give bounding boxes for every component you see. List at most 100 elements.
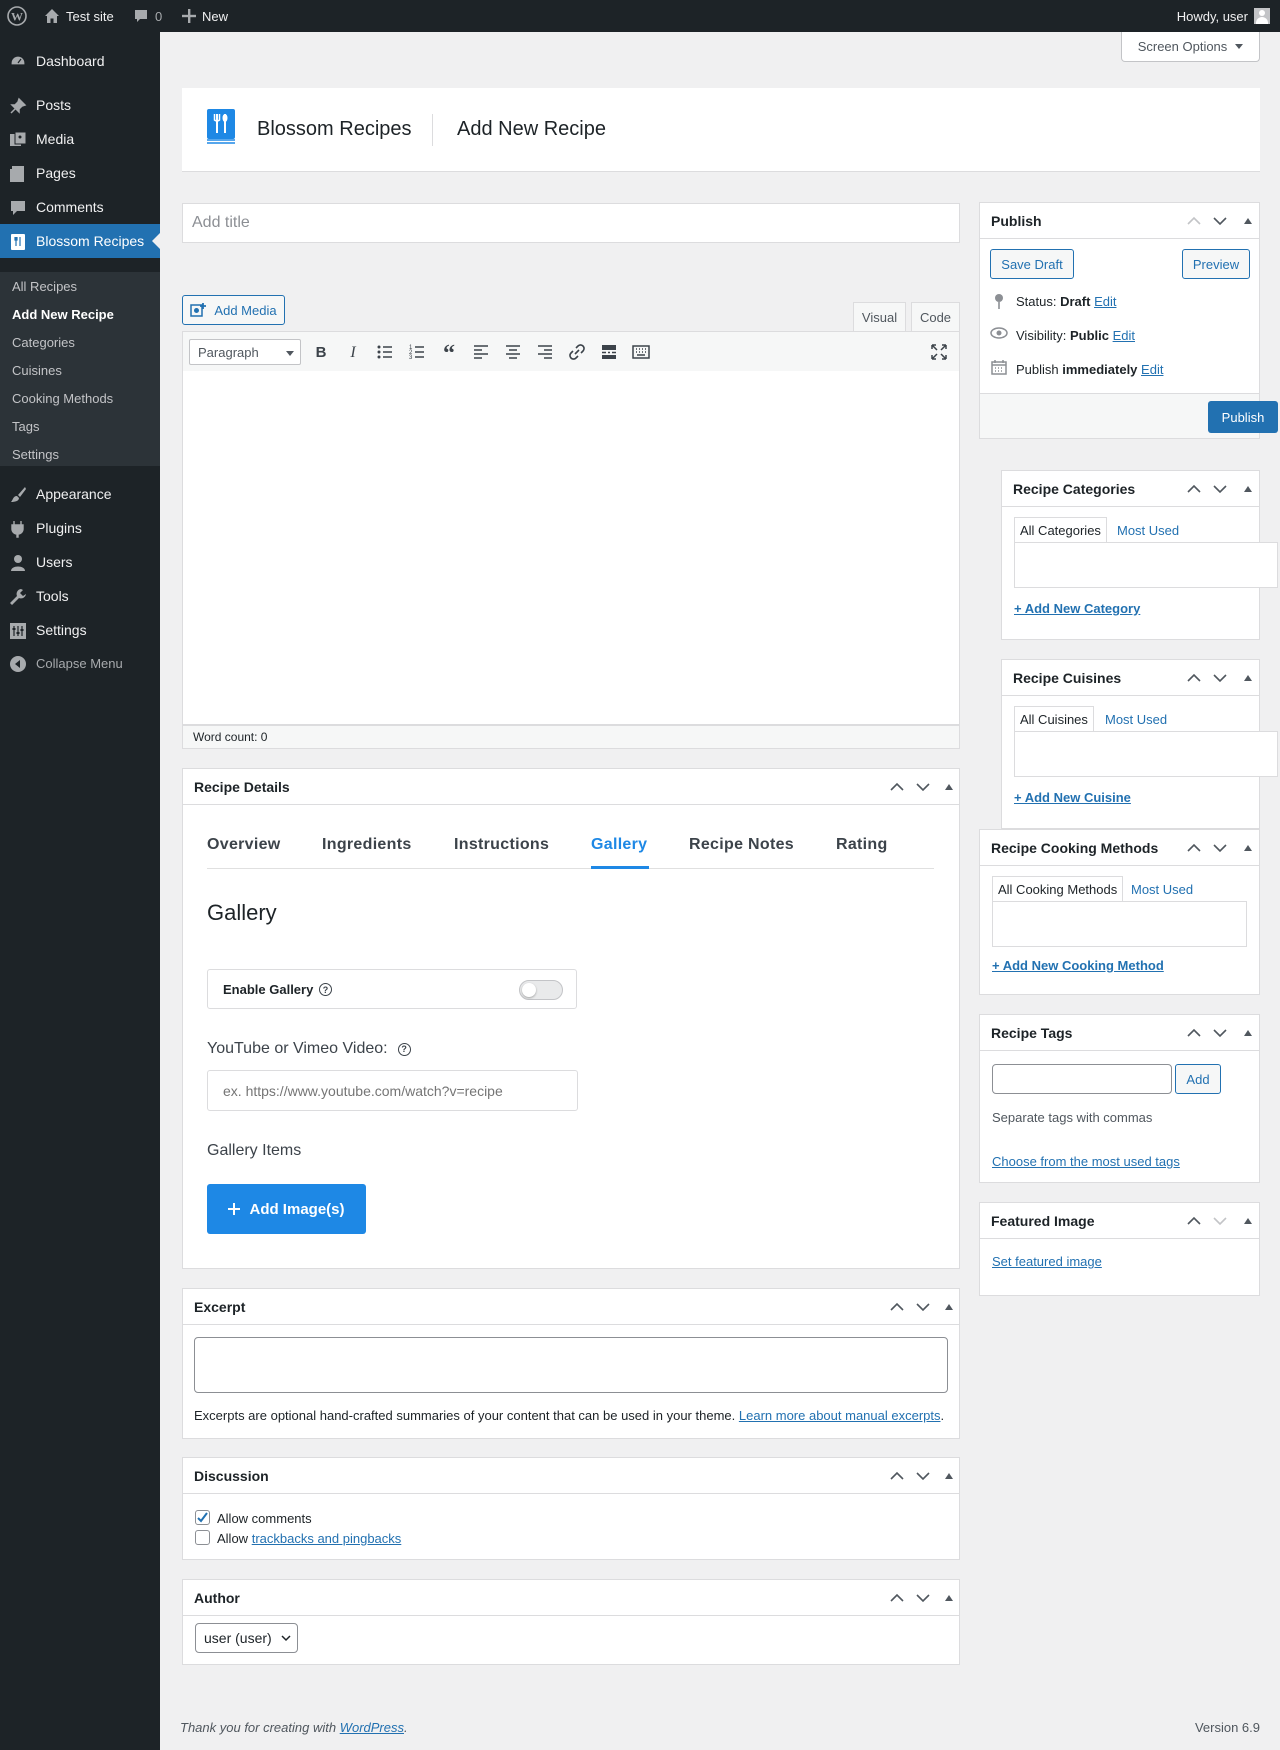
publish-button[interactable]: Publish	[1208, 401, 1278, 433]
allow-trackbacks-checkbox[interactable]	[195, 1530, 210, 1545]
add-new-cooking-method-link[interactable]: + Add New Cooking Method	[992, 958, 1164, 973]
collapse-menu-button[interactable]: Collapse Menu	[0, 646, 160, 680]
submenu-add-new-recipe[interactable]: Add New Recipe	[12, 305, 114, 325]
blockquote-icon[interactable]: “	[439, 342, 459, 362]
video-url-input[interactable]	[207, 1070, 578, 1111]
add-media-button[interactable]: Add Media	[182, 295, 285, 325]
toggle-panel-icon[interactable]	[1244, 675, 1252, 681]
move-down-icon[interactable]	[915, 1300, 931, 1314]
move-up-icon[interactable]	[1186, 1026, 1202, 1040]
enable-gallery-toggle[interactable]	[519, 980, 563, 1000]
toggle-panel-icon[interactable]	[1244, 1030, 1252, 1036]
tab-most-used-cooking-methods[interactable]: Most Used	[1126, 876, 1198, 902]
move-down-icon[interactable]	[915, 1469, 931, 1483]
edit-publish-time-link[interactable]: Edit	[1141, 362, 1163, 377]
move-up-icon[interactable]	[889, 1300, 905, 1314]
move-down-icon[interactable]	[1212, 214, 1228, 228]
tab-instructions[interactable]: Instructions	[454, 836, 549, 854]
move-down-icon[interactable]	[1212, 1026, 1228, 1040]
add-images-button[interactable]: Add Image(s)	[207, 1184, 366, 1234]
read-more-icon[interactable]	[599, 342, 619, 362]
post-title-input[interactable]	[182, 203, 960, 243]
menu-item-tools[interactable]: Tools	[0, 579, 160, 613]
submenu-cuisines[interactable]: Cuisines	[12, 361, 62, 381]
align-left-icon[interactable]	[471, 342, 491, 362]
align-center-icon[interactable]	[503, 342, 523, 362]
set-featured-image-link[interactable]: Set featured image	[992, 1254, 1102, 1269]
move-down-icon[interactable]	[915, 780, 931, 794]
my-account-link[interactable]: Howdy, user	[1177, 0, 1270, 32]
menu-item-comments[interactable]: Comments	[0, 190, 160, 224]
preview-button[interactable]: Preview	[1182, 249, 1250, 279]
menu-item-pages[interactable]: Pages	[0, 156, 160, 190]
tab-recipe-notes[interactable]: Recipe Notes	[689, 836, 794, 854]
move-down-icon[interactable]	[1212, 671, 1228, 685]
tab-all-cuisines[interactable]: All Cuisines	[1014, 706, 1094, 732]
tab-most-used-cuisines[interactable]: Most Used	[1100, 706, 1172, 732]
new-tag-input[interactable]	[992, 1064, 1172, 1094]
menu-item-settings[interactable]: Settings	[0, 613, 160, 647]
tab-code[interactable]: Code	[911, 302, 960, 332]
menu-item-plugins[interactable]: Plugins	[0, 511, 160, 545]
menu-item-blossom-recipes[interactable]: Blossom Recipes	[0, 224, 160, 258]
add-new-category-link[interactable]: + Add New Category	[1014, 601, 1140, 616]
move-down-icon[interactable]	[1212, 482, 1228, 496]
new-content-link[interactable]: New	[182, 0, 228, 32]
tab-gallery[interactable]: Gallery	[591, 836, 647, 854]
align-right-icon[interactable]	[535, 342, 555, 362]
screen-options-button[interactable]: Screen Options	[1121, 32, 1260, 62]
wordpress-logo-icon[interactable]: W	[7, 0, 27, 32]
help-icon[interactable]: ?	[319, 983, 332, 996]
submenu-cooking-methods[interactable]: Cooking Methods	[12, 389, 113, 409]
editor-content-area[interactable]	[182, 371, 960, 725]
move-up-icon[interactable]	[1186, 214, 1202, 228]
menu-item-dashboard[interactable]: Dashboard	[0, 44, 160, 78]
excerpt-learn-more-link[interactable]: Learn more about manual excerpts	[739, 1408, 941, 1423]
tab-most-used-categories[interactable]: Most Used	[1112, 517, 1184, 543]
choose-most-used-tags-link[interactable]: Choose from the most used tags	[992, 1154, 1180, 1169]
add-tag-button[interactable]: Add	[1175, 1064, 1221, 1094]
submenu-tags[interactable]: Tags	[12, 417, 39, 437]
italic-icon[interactable]: I	[343, 342, 363, 362]
tab-ingredients[interactable]: Ingredients	[322, 836, 412, 854]
help-icon[interactable]: ?	[397, 1042, 411, 1056]
move-up-icon[interactable]	[1186, 671, 1202, 685]
excerpt-textarea[interactable]	[194, 1337, 948, 1393]
toggle-panel-icon[interactable]	[1244, 486, 1252, 492]
fullscreen-icon[interactable]	[929, 342, 949, 362]
link-icon[interactable]	[567, 342, 587, 362]
tab-rating[interactable]: Rating	[836, 836, 888, 854]
comments-link[interactable]: 0	[133, 0, 162, 32]
move-down-icon[interactable]	[1212, 841, 1228, 855]
toggle-panel-icon[interactable]	[1244, 218, 1252, 224]
submenu-all-recipes[interactable]: All Recipes	[12, 277, 77, 297]
bullet-list-icon[interactable]	[375, 342, 395, 362]
move-down-icon[interactable]	[1212, 1214, 1228, 1228]
move-up-icon[interactable]	[889, 780, 905, 794]
move-up-icon[interactable]	[889, 1469, 905, 1483]
wordpress-link[interactable]: WordPress	[340, 1720, 404, 1735]
trackbacks-link[interactable]: trackbacks and pingbacks	[252, 1531, 402, 1546]
toggle-panel-icon[interactable]	[1244, 1218, 1252, 1224]
menu-item-appearance[interactable]: Appearance	[0, 477, 160, 511]
allow-comments-checkbox[interactable]	[195, 1510, 210, 1525]
move-up-icon[interactable]	[1186, 482, 1202, 496]
move-down-icon[interactable]	[915, 1591, 931, 1605]
toggle-panel-icon[interactable]	[945, 1473, 953, 1479]
site-name-link[interactable]: Test site	[44, 0, 114, 32]
toggle-panel-icon[interactable]	[945, 1595, 953, 1601]
bold-icon[interactable]: B	[311, 342, 331, 362]
submenu-categories[interactable]: Categories	[12, 333, 75, 353]
tab-all-categories[interactable]: All Categories	[1014, 517, 1107, 543]
move-up-icon[interactable]	[1186, 1214, 1202, 1228]
toggle-panel-icon[interactable]	[945, 784, 953, 790]
move-up-icon[interactable]	[1186, 841, 1202, 855]
submenu-settings[interactable]: Settings	[12, 445, 59, 465]
tab-overview[interactable]: Overview	[207, 836, 281, 854]
edit-visibility-link[interactable]: Edit	[1113, 328, 1135, 343]
move-up-icon[interactable]	[889, 1591, 905, 1605]
menu-item-posts[interactable]: Posts	[0, 88, 160, 122]
menu-item-media[interactable]: Media	[0, 122, 160, 156]
tab-visual[interactable]: Visual	[853, 302, 906, 332]
add-new-cuisine-link[interactable]: + Add New Cuisine	[1014, 790, 1131, 805]
